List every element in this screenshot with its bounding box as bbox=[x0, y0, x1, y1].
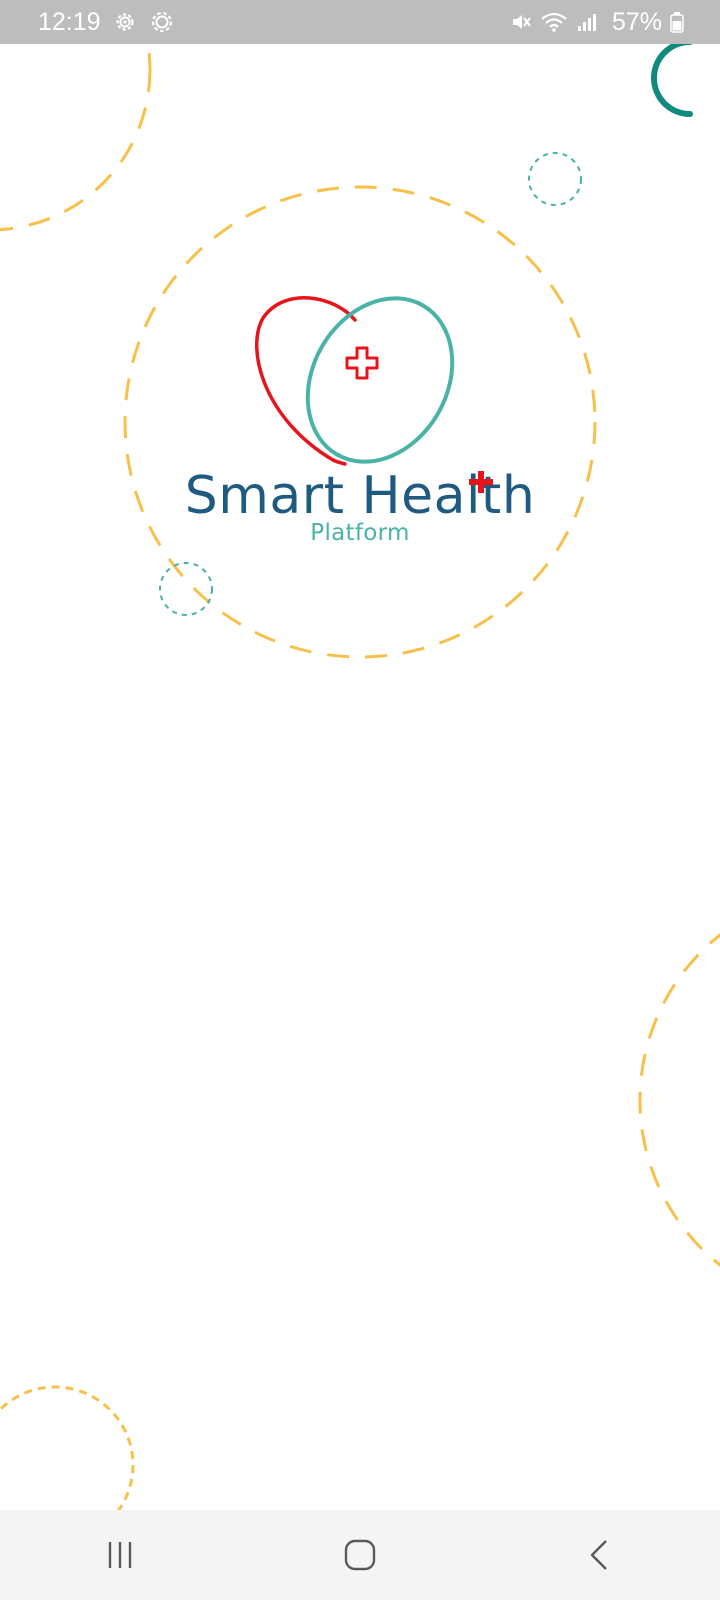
wifi-icon bbox=[540, 11, 568, 33]
loading-spinner-icon bbox=[651, 39, 693, 117]
signal-icon bbox=[576, 11, 598, 33]
background-decoration bbox=[0, 0, 720, 1545]
settings-gear-icon bbox=[113, 10, 137, 34]
heart-logo-icon bbox=[255, 296, 455, 466]
settings-gear-outline-icon bbox=[149, 9, 175, 35]
mute-icon bbox=[510, 11, 532, 33]
decor-dot-circle-left bbox=[159, 562, 213, 616]
brand-subtitle: Platform bbox=[310, 520, 410, 546]
home-icon bbox=[344, 1539, 376, 1571]
back-icon bbox=[590, 1540, 607, 1570]
battery-percent: 57% bbox=[611, 7, 662, 36]
splash-screen: 12:19 57% Smart Health Platform bbox=[0, 0, 720, 1600]
status-left: 12:19 bbox=[38, 8, 175, 37]
brand-plus-icon bbox=[469, 471, 493, 493]
status-bar: 12:19 57% bbox=[0, 0, 720, 44]
battery-icon bbox=[670, 11, 684, 33]
app-logo: Smart Health Platform bbox=[0, 280, 720, 560]
status-time: 12:19 bbox=[38, 7, 101, 36]
brand-name: Smart Health bbox=[184, 466, 536, 526]
recent-apps-icon bbox=[108, 1542, 132, 1568]
back-button[interactable] bbox=[560, 1520, 640, 1590]
navigation-bar bbox=[0, 1510, 720, 1600]
home-button[interactable] bbox=[320, 1520, 400, 1590]
decor-dot-circle-top bbox=[528, 152, 582, 206]
recent-apps-button[interactable] bbox=[80, 1520, 160, 1590]
status-right: 57% bbox=[510, 8, 684, 37]
decor-circle-right bbox=[638, 933, 720, 1267]
